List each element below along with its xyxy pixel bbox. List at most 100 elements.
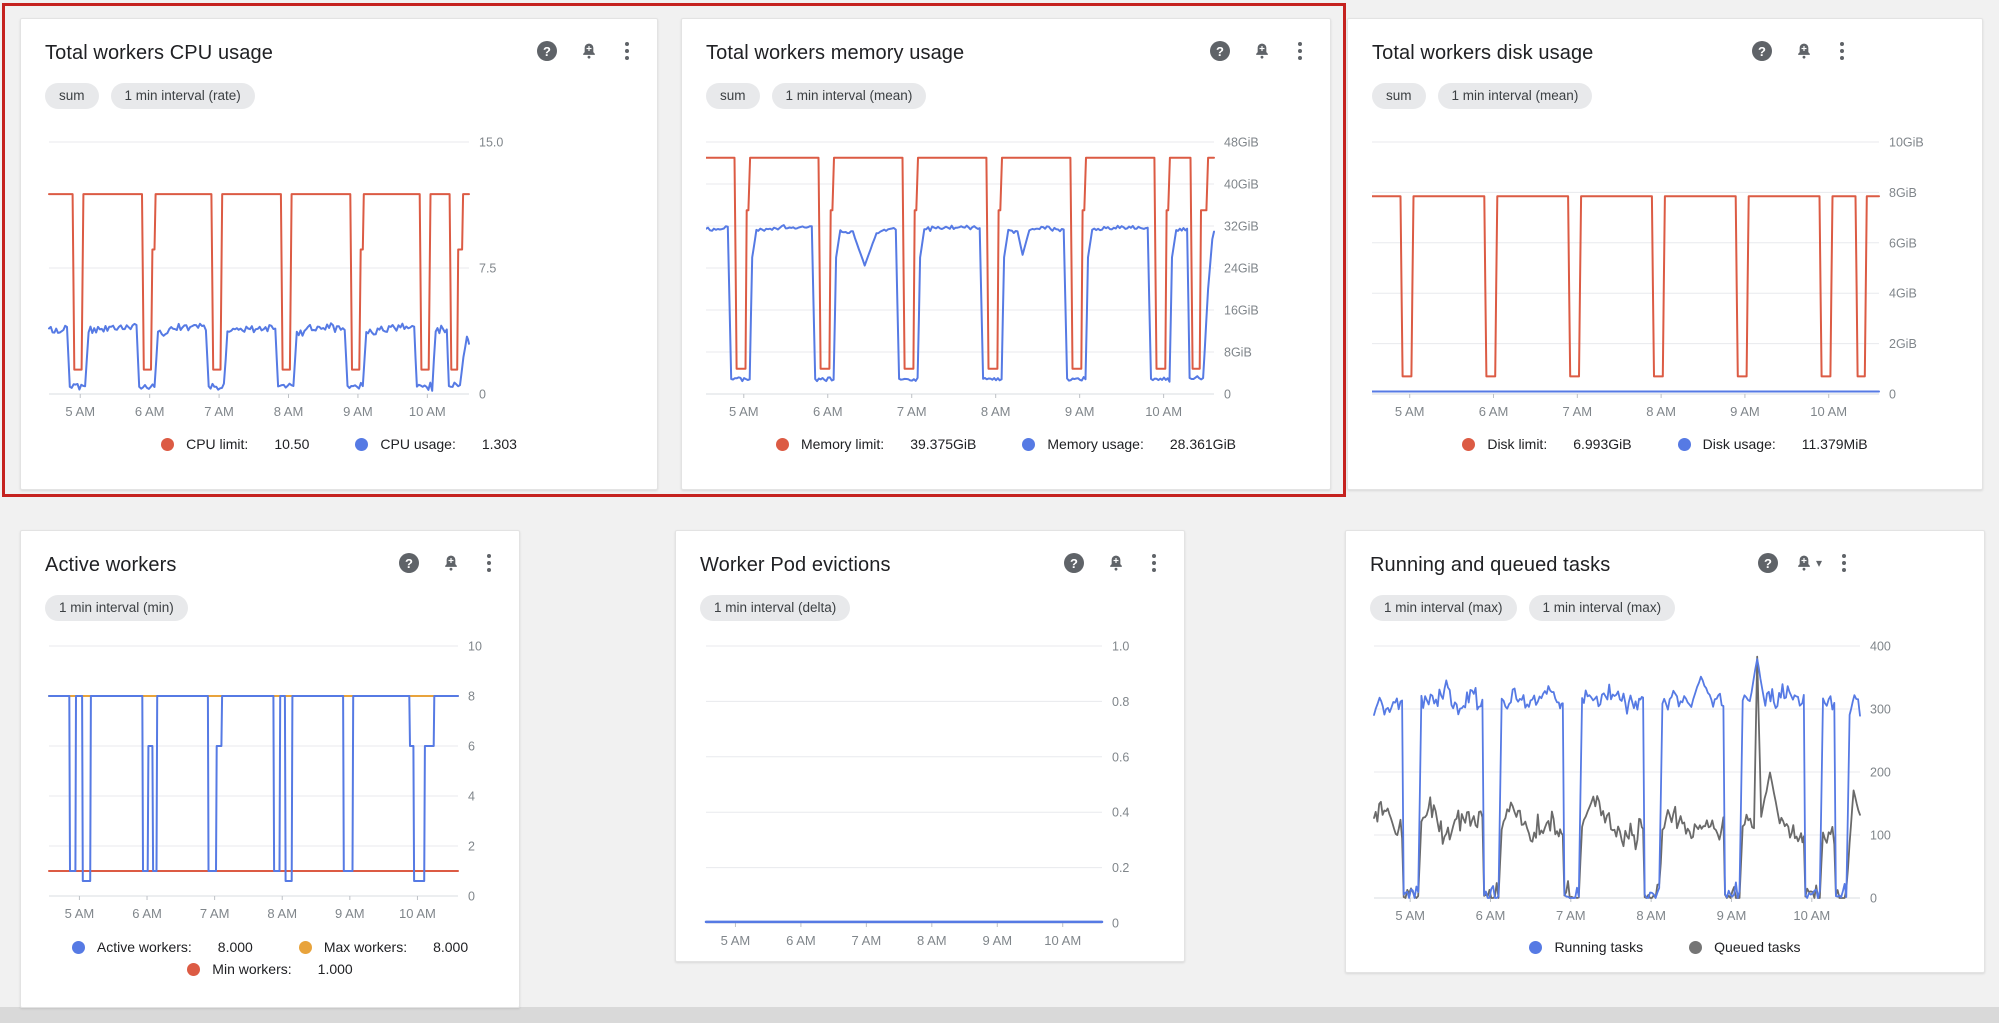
card-active-workers: Active workers ? 1 min interval (min) 02…	[20, 530, 520, 1008]
add-alert-icon[interactable]	[579, 41, 599, 61]
card-header: Total workers CPU usage ?	[45, 39, 633, 67]
legend-value: 1.000	[318, 961, 353, 977]
help-icon[interactable]: ?	[1758, 553, 1778, 573]
pod-evictions-chart[interactable]: 00.20.40.60.81.05 AM6 AM7 AM8 AM9 AM10 A…	[700, 631, 1162, 953]
legend-item[interactable]: Disk limit:6.993GiB	[1462, 436, 1631, 452]
more-options-icon[interactable]	[483, 553, 495, 573]
more-options-icon[interactable]	[621, 41, 633, 61]
card-actions: ?	[399, 553, 495, 573]
card-title: Total workers memory usage	[706, 39, 1210, 67]
chip-aggregation[interactable]: sum	[706, 83, 760, 109]
card-running-queued-tasks: Running and queued tasks ? ▾ 1 min inter…	[1345, 530, 1985, 973]
chip-interval[interactable]: 1 min interval (rate)	[111, 83, 255, 109]
svg-text:10 AM: 10 AM	[409, 404, 446, 419]
card-total-workers-memory-usage: Total workers memory usage ? sum 1 min i…	[681, 18, 1331, 490]
svg-text:7 AM: 7 AM	[200, 906, 230, 921]
svg-text:0.4: 0.4	[1112, 806, 1129, 820]
chip-row: sum 1 min interval (mean)	[1372, 83, 1958, 109]
active-workers-chart[interactable]: 02468105 AM6 AM7 AM8 AM9 AM10 AM	[45, 631, 497, 931]
legend-item[interactable]: Running tasks	[1529, 939, 1643, 955]
chip-interval[interactable]: 1 min interval (delta)	[700, 595, 850, 621]
chip-aggregation[interactable]: sum	[1372, 83, 1426, 109]
legend-dot	[355, 438, 368, 451]
add-alert-icon[interactable]	[1794, 41, 1814, 61]
legend-item[interactable]: Active workers:8.000	[72, 939, 253, 955]
legend-item[interactable]: Disk usage:11.379MiB	[1678, 436, 1868, 452]
svg-text:8GiB: 8GiB	[1224, 346, 1252, 360]
help-icon[interactable]: ?	[1210, 41, 1230, 61]
help-icon[interactable]: ?	[537, 41, 557, 61]
card-actions: ?	[1752, 41, 1958, 61]
svg-text:0: 0	[1112, 917, 1119, 931]
svg-text:0.2: 0.2	[1112, 861, 1129, 875]
legend-item[interactable]: Memory limit: 39.375GiB	[776, 436, 976, 452]
svg-text:6 AM: 6 AM	[1476, 908, 1506, 923]
dashboard-background: { "page": {"background": "#f1f1f1", "hig…	[0, 0, 1999, 1023]
legend-item[interactable]: Queued tasks	[1689, 939, 1800, 955]
add-alert-icon[interactable]	[1794, 553, 1814, 573]
chip-row: 1 min interval (delta)	[700, 595, 1160, 621]
legend-item[interactable]: Memory usage:28.361GiB	[1022, 436, 1236, 452]
add-alert-icon[interactable]	[441, 553, 461, 573]
help-icon[interactable]: ?	[1752, 41, 1772, 61]
add-alert-icon[interactable]	[1106, 553, 1126, 573]
svg-text:9 AM: 9 AM	[1717, 908, 1747, 923]
chip-aggregation[interactable]: sum	[45, 83, 99, 109]
legend-label: CPU usage:	[380, 436, 455, 452]
chart-legend: Running tasks Queued tasks	[1370, 939, 1960, 955]
svg-text:10 AM: 10 AM	[1793, 908, 1830, 923]
svg-text:5 AM: 5 AM	[729, 404, 759, 419]
chip-interval[interactable]: 1 min interval (min)	[45, 595, 188, 621]
svg-text:5 AM: 5 AM	[1395, 404, 1425, 419]
help-icon[interactable]: ?	[399, 553, 419, 573]
card-title: Worker Pod evictions	[700, 551, 1064, 579]
legend-item[interactable]: Min workers:1.000	[187, 961, 352, 977]
legend-value: 8.000	[218, 939, 253, 955]
svg-text:7 AM: 7 AM	[1563, 404, 1593, 419]
svg-text:6 AM: 6 AM	[135, 404, 165, 419]
svg-text:0: 0	[479, 388, 486, 402]
svg-text:2GiB: 2GiB	[1889, 337, 1917, 351]
chart-legend: Active workers:8.000 Max workers:8.000 M…	[55, 939, 485, 977]
svg-text:6 AM: 6 AM	[1479, 404, 1509, 419]
running-queued-tasks-chart[interactable]: 01002003004005 AM6 AM7 AM8 AM9 AM10 AM	[1370, 631, 1962, 931]
svg-text:9 AM: 9 AM	[1730, 404, 1760, 419]
chip-interval[interactable]: 1 min interval (max)	[1370, 595, 1517, 621]
svg-text:7 AM: 7 AM	[897, 404, 927, 419]
svg-text:10 AM: 10 AM	[1044, 933, 1081, 948]
more-options-icon[interactable]	[1148, 553, 1160, 573]
legend-item[interactable]: CPU limit:10.50	[161, 436, 309, 452]
svg-text:5 AM: 5 AM	[65, 906, 95, 921]
add-alert-icon[interactable]	[1252, 41, 1272, 61]
card-worker-pod-evictions: Worker Pod evictions ? 1 min interval (d…	[675, 530, 1185, 962]
svg-text:4GiB: 4GiB	[1889, 287, 1917, 301]
legend-item[interactable]: Max workers:8.000	[299, 939, 468, 955]
svg-text:24GiB: 24GiB	[1224, 262, 1259, 276]
chip-interval[interactable]: 1 min interval (mean)	[1438, 83, 1593, 109]
more-options-icon[interactable]	[1838, 553, 1850, 573]
svg-text:7 AM: 7 AM	[204, 404, 234, 419]
svg-text:8 AM: 8 AM	[267, 906, 297, 921]
legend-dot	[1529, 941, 1542, 954]
card-actions: ?	[537, 41, 633, 61]
svg-text:2: 2	[468, 840, 475, 854]
svg-text:32GiB: 32GiB	[1224, 220, 1259, 234]
cpu-usage-chart[interactable]: 07.515.05 AM6 AM7 AM8 AM9 AM10 AM	[45, 119, 635, 424]
more-options-icon[interactable]	[1294, 41, 1306, 61]
svg-text:5 AM: 5 AM	[721, 933, 751, 948]
legend-label: Memory usage:	[1047, 436, 1143, 452]
legend-value: 39.375GiB	[910, 436, 976, 452]
legend-item[interactable]: CPU usage:1.303	[355, 436, 517, 452]
legend-label: Memory limit:	[801, 436, 884, 452]
disk-usage-chart[interactable]: 02GiB4GiB6GiB8GiB10GiB5 AM6 AM7 AM8 AM9 …	[1372, 119, 1960, 424]
svg-text:0: 0	[1870, 892, 1877, 906]
legend-label: CPU limit:	[186, 436, 248, 452]
chip-interval[interactable]: 1 min interval (max)	[1529, 595, 1676, 621]
help-icon[interactable]: ?	[1064, 553, 1084, 573]
card-header: Worker Pod evictions ?	[700, 551, 1160, 579]
memory-usage-chart[interactable]: 08GiB16GiB24GiB32GiB40GiB48GiB5 AM6 AM7 …	[706, 119, 1308, 424]
more-options-icon[interactable]	[1836, 41, 1848, 61]
svg-text:4: 4	[468, 790, 475, 804]
chip-interval[interactable]: 1 min interval (mean)	[772, 83, 927, 109]
chevron-down-icon[interactable]: ▾	[1816, 556, 1822, 570]
